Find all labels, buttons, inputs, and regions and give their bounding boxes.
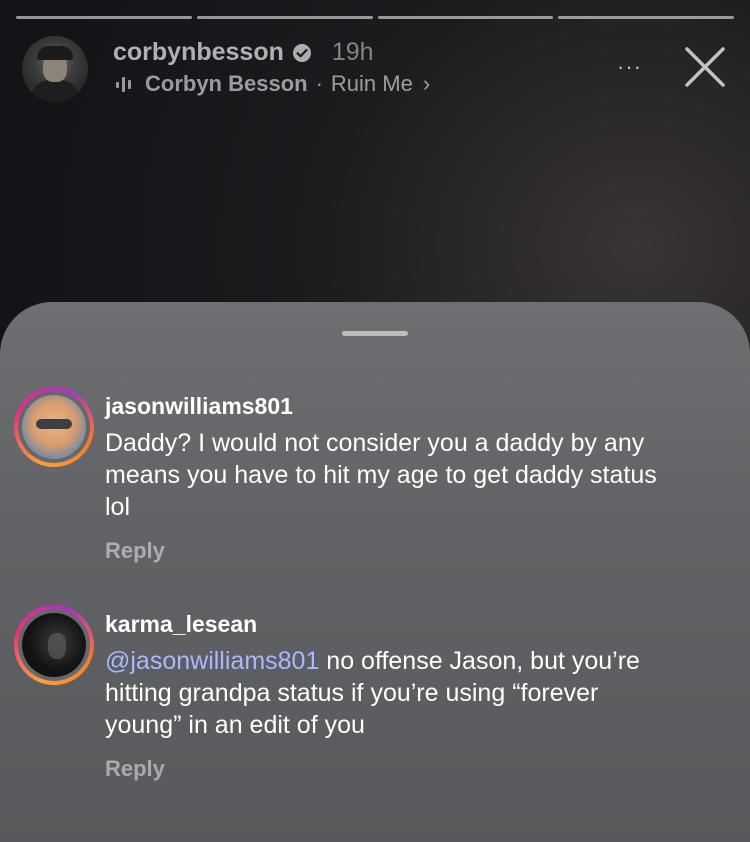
comment-text: @jasonwilliams801 no offense Jason, but …	[105, 645, 665, 741]
verified-badge-icon	[292, 43, 311, 62]
music-song: Ruin Me	[330, 71, 413, 96]
music-artist: Corbyn Besson	[145, 71, 308, 96]
close-icon[interactable]	[682, 44, 728, 90]
music-bars-icon	[116, 77, 131, 92]
story-username[interactable]: corbynbesson	[113, 38, 284, 67]
reply-button[interactable]: Reply	[105, 756, 165, 782]
comment-mention[interactable]: @jasonwilliams801	[105, 647, 319, 675]
comment-username[interactable]: karma_lesean	[105, 611, 257, 638]
music-separator: ·	[315, 71, 323, 96]
comment-body: Daddy? I would not consider you a daddy …	[105, 429, 657, 521]
comment-avatar[interactable]	[14, 605, 94, 685]
sheet-drag-handle[interactable]	[342, 331, 408, 336]
progress-segment	[196, 16, 373, 19]
story-avatar[interactable]	[22, 36, 88, 102]
progress-segment	[377, 16, 554, 19]
comment-avatar[interactable]	[14, 387, 94, 467]
comment-item: jasonwilliams801 Daddy? I would not cons…	[14, 387, 734, 577]
music-attribution[interactable]: Corbyn Besson · Ruin Me ›	[115, 71, 430, 97]
chevron-right-icon: ›	[422, 71, 431, 96]
story-time: 19h	[331, 38, 374, 66]
comment-username[interactable]: jasonwilliams801	[105, 393, 293, 420]
comment-item: karma_lesean @jasonwilliams801 no offens…	[14, 605, 734, 795]
reply-button[interactable]: Reply	[105, 538, 165, 564]
story-header: corbynbesson 19h Corbyn Besson · Ruin Me…	[22, 36, 728, 106]
progress-segment	[16, 16, 192, 19]
story-user-line: corbynbesson 19h	[113, 38, 374, 67]
more-dots-icon[interactable]: ···	[617, 54, 642, 80]
comment-text: Daddy? I would not consider you a daddy …	[105, 427, 665, 523]
story-progress	[16, 16, 734, 19]
progress-segment	[558, 16, 734, 19]
comments-sheet: jasonwilliams801 Daddy? I would not cons…	[0, 302, 750, 842]
